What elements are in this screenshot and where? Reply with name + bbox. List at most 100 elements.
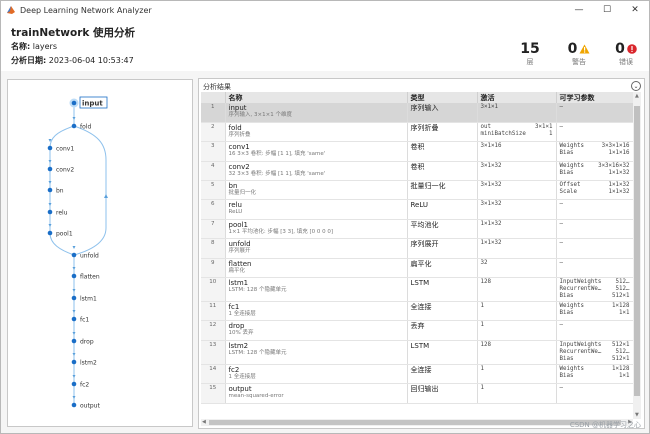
graph-node-label: bn xyxy=(56,188,64,195)
layers-stat: 15 层 xyxy=(517,41,543,67)
graph-node[interactable] xyxy=(47,145,53,151)
table-row[interactable]: 13 lstm2 LSTM: 128 个隐藏单元 LSTM 128 InputWeight… xyxy=(201,340,633,365)
learnables-cell: InputWeights 512… RecurrentWe… 512… Bias 512×… xyxy=(556,277,633,303)
scroll-left-icon[interactable]: ◀ xyxy=(202,419,206,425)
activation-key: 1 xyxy=(480,365,485,372)
scroll-down-icon[interactable]: ▼ xyxy=(635,412,639,418)
layer-name: fc2 xyxy=(228,365,240,374)
table-row[interactable]: 4 conv2 32 3×3 卷积: 步幅 [1 1], 填充 'same' 卷积 3×… xyxy=(201,161,633,182)
analyzer-window: Deep Learning Network Analyzer — ☐ ✕ tra… xyxy=(0,0,650,434)
graph-node[interactable] xyxy=(71,359,77,365)
graph-node[interactable] xyxy=(71,100,77,106)
learnable-line: RecurrentWe… 512… xyxy=(560,286,630,293)
activation-line: 1×1×32 xyxy=(481,221,553,228)
layer-type-cell: LSTM xyxy=(407,277,478,303)
layer-name-cell: pool1 1×1 平均池化: 步幅 [3 3], 填充 [0 0 0 0] xyxy=(225,219,408,240)
horizontal-scroll-thumb[interactable] xyxy=(209,420,621,425)
graph-node[interactable] xyxy=(71,273,77,279)
activation-line: 3×1×32 xyxy=(481,201,553,208)
edge-arrow-icon xyxy=(48,160,52,163)
horizontal-scrollbar[interactable]: ◀ ▶ xyxy=(201,419,633,426)
table-row[interactable]: 2 fold 序列折叠 序列折叠 out 3×1×1 miniBatchSize 1– xyxy=(201,122,633,143)
activation-cell: 1×1×32 xyxy=(477,219,557,240)
graph-node[interactable] xyxy=(47,209,53,215)
column-header[interactable] xyxy=(201,92,226,103)
layer-type: 序列折叠 xyxy=(410,123,439,132)
learnable-value: 3×3×1×16 xyxy=(601,143,630,150)
activation-line: 1 xyxy=(481,303,553,310)
activation-cell: 3×1×16 xyxy=(477,141,557,162)
minimize-button[interactable]: — xyxy=(565,1,593,19)
activation-cell: 1 xyxy=(477,383,557,404)
table-row[interactable]: 1 input 序列输入, 3×1×1 个维度 序列输入 3×1×1– xyxy=(201,103,633,123)
layer-name-cell: conv1 16 3×3 卷积: 步幅 [1 1], 填充 'same' xyxy=(225,141,408,162)
activation-cell: 128 xyxy=(477,340,557,365)
network-graph-panel[interactable]: input fold conv1 conv2 bn relu pool1 unfold flat… xyxy=(7,79,193,427)
column-header[interactable]: 可学习参数 xyxy=(556,92,633,103)
layer-description: 16 3×3 卷积: 步幅 [1 1], 填充 'same' xyxy=(228,151,326,158)
network-graph[interactable]: input fold conv1 conv2 bn relu pool1 unfold flat… xyxy=(8,80,194,428)
column-header[interactable]: 类型 xyxy=(407,92,478,103)
layer-name-cell: input 序列输入, 3×1×1 个维度 xyxy=(225,103,408,123)
column-header[interactable]: 名称 xyxy=(225,92,408,103)
maximize-button[interactable]: ☐ xyxy=(593,1,621,19)
row-index: 11 xyxy=(201,301,226,322)
graph-node[interactable] xyxy=(71,338,77,344)
table-row[interactable]: 3 conv1 16 3×3 卷积: 步幅 [1 1], 填充 'same' 卷积 3×… xyxy=(201,141,633,162)
graph-node[interactable] xyxy=(71,316,77,322)
table-row[interactable]: 12 drop 10% 丢弃 丢弃 1– xyxy=(201,320,633,341)
table-row[interactable]: 14 fc2 1 全连接层 全连接 1 Weights 1×128 Bias 1×1 xyxy=(201,364,633,385)
learnable-key: InputWeights xyxy=(559,341,602,348)
graph-node[interactable] xyxy=(71,252,77,258)
graph-node-label: unfold xyxy=(80,253,99,260)
row-index: 7 xyxy=(201,219,226,240)
graph-node[interactable] xyxy=(47,230,53,236)
edge-arrow-icon xyxy=(72,332,76,335)
graph-node[interactable] xyxy=(71,402,77,408)
graph-skip-edge xyxy=(73,125,107,256)
activation-line: 3×1×1 xyxy=(481,104,553,111)
graph-node[interactable] xyxy=(47,187,53,193)
layer-description: 10% 丢弃 xyxy=(228,330,254,337)
activation-line: 1 xyxy=(481,366,553,373)
table-row[interactable]: 6 relu ReLU ReLU 3×1×32– xyxy=(201,199,633,220)
layer-name: unfold xyxy=(228,240,251,249)
layer-name: bn xyxy=(228,182,238,191)
close-button[interactable]: ✕ xyxy=(621,1,649,19)
table-row[interactable]: 8 unfold 序列展开 序列展开 1×1×32– xyxy=(201,238,633,259)
table-row[interactable]: 5 bn 批量归一化 批量归一化 3×1×32 Offset 1×1×32 Scale 1×1×… xyxy=(201,180,633,201)
learnable-key: Bias xyxy=(559,150,574,157)
collapse-icon[interactable]: ⌄ xyxy=(631,81,641,91)
table-row[interactable]: 7 pool1 1×1 平均池化: 步幅 [3 3], 填充 [0 0 0 0] 平均… xyxy=(201,219,633,240)
column-header[interactable]: 激活 xyxy=(477,92,557,103)
learnables-cell: – xyxy=(556,383,633,404)
learnable-line: Weights 3×3×16×32 xyxy=(560,163,630,170)
table-row[interactable]: 9 flatten 扁平化 扁平化 32– xyxy=(201,258,633,279)
vertical-scrollbar[interactable]: ▲ ▼ xyxy=(633,92,641,419)
table-row[interactable]: 10 lstm1 LSTM: 128 个隐藏单元 LSTM 128 InputWeight… xyxy=(201,277,633,303)
graph-node[interactable] xyxy=(71,381,77,387)
learnables-cell: Weights 1×128 Bias 1×1 xyxy=(556,301,633,322)
layer-description: mean-squared-error xyxy=(228,393,284,400)
table-row[interactable]: 11 fc1 1 全连接层 全连接 1 Weights 1×128 Bias 1×1 xyxy=(201,301,633,322)
activation-key: 128 xyxy=(480,279,491,286)
edge-arrow-icon xyxy=(48,181,52,184)
table-row[interactable]: 15 output mean-squared-error 回归输出 1– xyxy=(201,383,633,404)
layer-description: 1×1 平均池化: 步幅 [3 3], 填充 [0 0 0 0] xyxy=(228,228,334,235)
row-index: 9 xyxy=(201,258,226,279)
layer-type: 卷积 xyxy=(410,162,425,171)
activation-line: 1×1×32 xyxy=(481,240,553,247)
learnables-cell: – xyxy=(556,219,633,240)
graph-node[interactable] xyxy=(71,295,77,301)
graph-node[interactable] xyxy=(47,166,53,172)
learnable-line: – xyxy=(560,124,630,131)
row-index: 10 xyxy=(201,277,226,303)
layer-description: LSTM: 128 个隐藏单元 xyxy=(228,287,287,294)
learnable-value: 1×1 xyxy=(619,372,630,379)
matlab-icon xyxy=(7,6,15,14)
graph-node[interactable] xyxy=(71,123,77,129)
vertical-scroll-thumb[interactable] xyxy=(634,106,640,396)
scroll-up-icon[interactable]: ▲ xyxy=(635,93,639,99)
window-title: Deep Learning Network Analyzer xyxy=(20,5,152,15)
analysis-results-panel: 分析结果 ⌄ 名称 类型 激活 可学习参数 1 input 序列输入, 3×1×1 个维度… xyxy=(198,78,645,429)
